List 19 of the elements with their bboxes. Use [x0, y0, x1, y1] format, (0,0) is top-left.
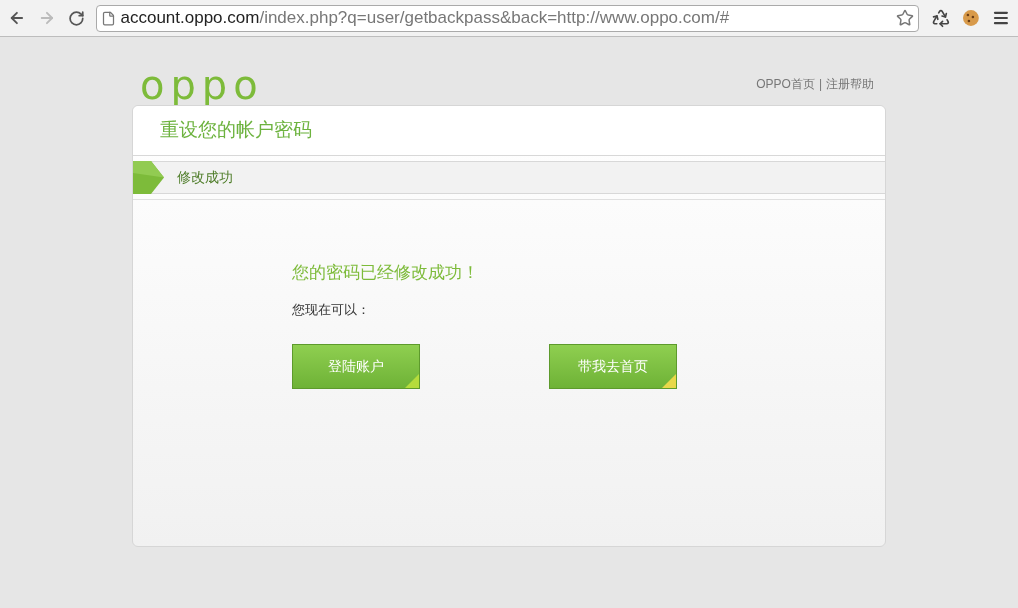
action-button[interactable]: 带我去首页	[549, 344, 677, 389]
link-separator: |	[818, 76, 822, 93]
action-button[interactable]: 登陆账户	[292, 344, 420, 389]
address-bar[interactable]: account.oppo.com/index.php?q=user/getbackpass&back=http://www.oppo.com/#	[96, 4, 919, 32]
step-arrow-icon	[133, 161, 164, 194]
help-link[interactable]: 注册帮助	[826, 75, 874, 93]
page-icon	[101, 10, 117, 26]
url-text: account.oppo.com/index.php?q=user/getbackpass&back=http://www.oppo.com/#	[120, 7, 731, 30]
prompt-text: 您现在可以：	[292, 300, 371, 319]
bookmark-star-icon[interactable]	[895, 9, 914, 27]
recycle-icon[interactable]	[930, 8, 951, 28]
step-label: 修改成功	[177, 168, 233, 187]
page-title: 重设您的帐户密码	[160, 118, 312, 143]
cookie-icon[interactable]	[962, 9, 981, 27]
menu-icon[interactable]	[992, 9, 1010, 27]
back-icon[interactable]	[8, 9, 26, 27]
home-link[interactable]: OPPO首页	[756, 75, 815, 93]
success-message: 您的密码已经修改成功！	[292, 262, 480, 284]
reload-icon[interactable]	[67, 9, 85, 27]
